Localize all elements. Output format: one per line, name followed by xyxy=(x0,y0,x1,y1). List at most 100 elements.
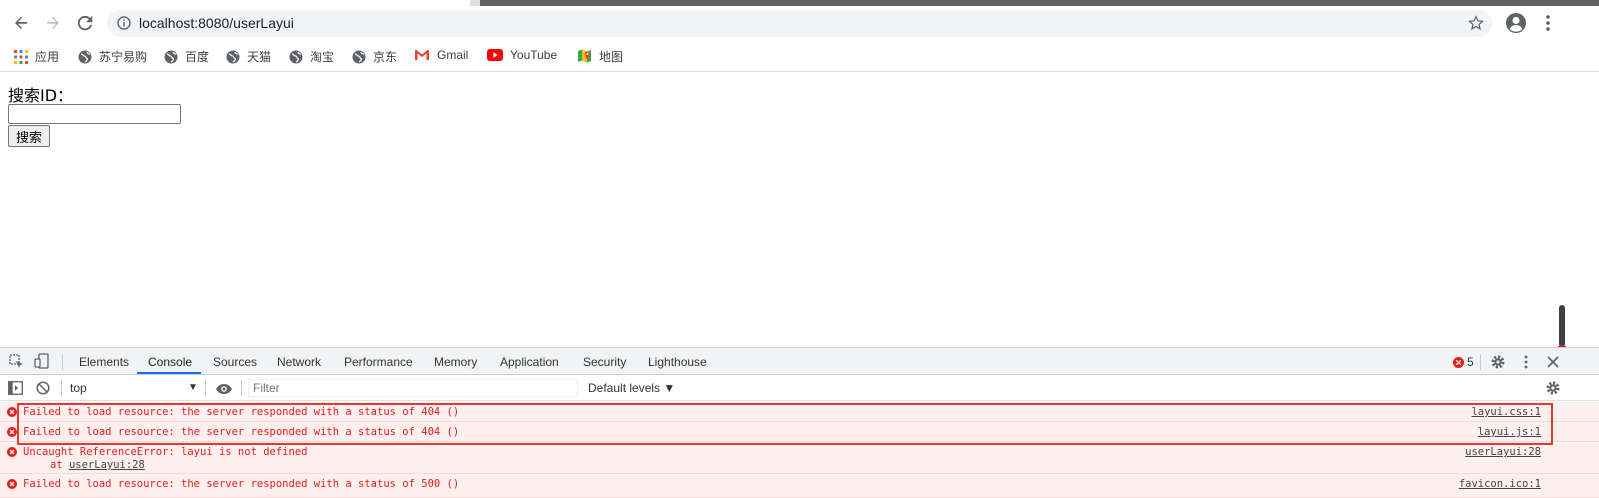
bookmark-taobao[interactable]: 淘宝 xyxy=(289,48,334,65)
globe-icon xyxy=(226,50,240,63)
address-bar[interactable]: localhost:8080/userLayui xyxy=(107,10,1492,37)
youtube-icon xyxy=(487,49,503,61)
devtools-panel: Elements Console Sources Network Perform… xyxy=(0,347,1599,498)
error-count-text: 5 xyxy=(1467,355,1474,369)
profile-avatar-icon[interactable] xyxy=(1505,12,1527,39)
chevron-down-icon[interactable]: ▼ xyxy=(188,382,198,393)
forward-arrow-icon xyxy=(47,16,59,29)
log-levels-dropdown[interactable]: Default levels ▼ xyxy=(588,381,675,395)
globe-icon xyxy=(352,50,366,63)
error-icon xyxy=(7,407,17,417)
error-icon xyxy=(7,427,17,437)
bookmark-label: 百度 xyxy=(185,50,210,64)
tab-security[interactable]: Security xyxy=(583,355,626,369)
error-message: Uncaught ReferenceError: layui is not de… xyxy=(23,446,308,458)
stack-link[interactable]: userLayui:28 xyxy=(69,459,145,471)
search-id-input[interactable] xyxy=(8,104,181,124)
error-message: Failed to load resource: the server resp… xyxy=(23,478,460,490)
filter-input[interactable] xyxy=(248,379,578,397)
active-tab-indicator xyxy=(137,372,201,374)
search-button[interactable]: 搜索 xyxy=(8,125,50,147)
reload-button[interactable] xyxy=(72,10,98,36)
tab-performance[interactable]: Performance xyxy=(344,355,413,369)
toolbar-divider xyxy=(1480,354,1481,370)
back-arrow-icon xyxy=(15,16,27,29)
tab-console[interactable]: Console xyxy=(148,355,192,369)
url-text[interactable]: localhost:8080/userLayui xyxy=(139,15,294,31)
settings-gear-icon[interactable] xyxy=(1490,354,1506,375)
bookmark-label: 天猫 xyxy=(247,50,272,64)
page-viewport: 搜索ID： 搜索 xyxy=(0,73,1599,357)
console-error-row[interactable]: Uncaught ReferenceError: layui is not de… xyxy=(0,442,1599,474)
bookmark-baidu[interactable]: 百度 xyxy=(164,48,209,65)
toolbar-divider xyxy=(205,380,206,396)
tab-lighthouse[interactable]: Lighthouse xyxy=(648,355,707,369)
clear-console-icon[interactable] xyxy=(36,381,50,400)
error-source-link[interactable]: favicon.ico:1 xyxy=(1459,478,1541,490)
show-sidebar-icon[interactable] xyxy=(8,381,23,400)
context-selector[interactable]: top xyxy=(70,381,87,395)
maps-icon xyxy=(578,49,591,63)
bookmark-apps[interactable]: 应用 xyxy=(14,48,59,65)
info-icon[interactable] xyxy=(117,16,131,35)
bookmark-label: Gmail xyxy=(437,48,469,62)
bookmark-label: 苏宁易购 xyxy=(99,50,148,64)
error-source-link[interactable]: layui.js:1 xyxy=(1478,426,1541,438)
toolbar-divider xyxy=(241,380,242,396)
bookmark-label: 淘宝 xyxy=(310,50,335,64)
bookmark-label: 京东 xyxy=(373,50,398,64)
bookmark-gmail[interactable]: Gmail xyxy=(414,48,468,62)
console-error-row[interactable]: Failed to load resource: the server resp… xyxy=(0,422,1599,442)
reload-icon xyxy=(77,15,93,31)
close-devtools-icon[interactable] xyxy=(1545,354,1561,375)
page-scrollbar-thumb[interactable] xyxy=(1559,305,1565,347)
device-toolbar-icon[interactable] xyxy=(34,353,50,374)
error-source-link[interactable]: layui.css:1 xyxy=(1471,406,1541,418)
devtools-tab-bar: Elements Console Sources Network Perform… xyxy=(0,348,1599,375)
tab-sources[interactable]: Sources xyxy=(213,355,257,369)
chrome-menu-icon[interactable] xyxy=(1538,12,1558,39)
globe-icon xyxy=(78,50,92,63)
toolbar-divider xyxy=(62,354,63,370)
apps-grid-icon xyxy=(14,49,28,64)
console-error-row[interactable]: Failed to load resource: the server resp… xyxy=(0,474,1599,498)
bookmark-label: 地图 xyxy=(599,50,624,64)
inspect-element-icon[interactable] xyxy=(9,354,24,374)
browser-toolbar: localhost:8080/userLayui xyxy=(0,6,1599,40)
forward-button[interactable] xyxy=(40,10,66,36)
error-source-link[interactable]: userLayui:28 xyxy=(1465,446,1541,458)
back-button[interactable] xyxy=(8,10,34,36)
bookmarks-bar: 应用 苏宁易购 百度 天猫 淘宝 京东 Gmail YouTube 地图 xyxy=(0,40,1599,72)
console-toolbar: top ▼ Default levels ▼ xyxy=(0,375,1599,401)
console-messages: Failed to load resource: the server resp… xyxy=(0,402,1599,498)
tab-memory[interactable]: Memory xyxy=(434,355,477,369)
bookmark-suning[interactable]: 苏宁易购 xyxy=(78,48,147,65)
stack-trace: at userLayui:28 xyxy=(50,459,145,471)
bookmark-jd[interactable]: 京东 xyxy=(352,48,397,65)
globe-icon xyxy=(289,50,303,63)
search-id-label: 搜索ID： xyxy=(8,86,74,105)
error-icon xyxy=(7,479,17,489)
bookmark-label: YouTube xyxy=(510,48,558,62)
console-error-row[interactable]: Failed to load resource: the server resp… xyxy=(0,402,1599,422)
bookmark-tmall[interactable]: 天猫 xyxy=(226,48,271,65)
bookmark-youtube[interactable]: YouTube xyxy=(487,48,557,62)
error-icon xyxy=(1453,356,1464,368)
star-icon[interactable] xyxy=(1468,15,1484,36)
console-settings-gear-icon[interactable] xyxy=(1545,380,1561,401)
devtools-menu-icon[interactable] xyxy=(1518,354,1534,375)
toolbar-divider xyxy=(61,380,62,396)
error-message: Failed to load resource: the server resp… xyxy=(23,426,460,438)
tab-application[interactable]: Application xyxy=(500,355,559,369)
eye-icon[interactable] xyxy=(215,382,233,400)
bookmark-label: 应用 xyxy=(35,50,60,64)
tab-elements[interactable]: Elements xyxy=(79,355,129,369)
error-icon xyxy=(7,447,17,457)
stack-prefix: at xyxy=(50,459,69,471)
globe-icon xyxy=(164,50,178,63)
bookmark-maps[interactable]: 地图 xyxy=(577,48,623,65)
tab-network[interactable]: Network xyxy=(277,355,321,369)
error-message: Failed to load resource: the server resp… xyxy=(23,406,460,418)
error-counter[interactable]: 5 xyxy=(1453,355,1474,369)
gmail-icon xyxy=(415,50,429,60)
